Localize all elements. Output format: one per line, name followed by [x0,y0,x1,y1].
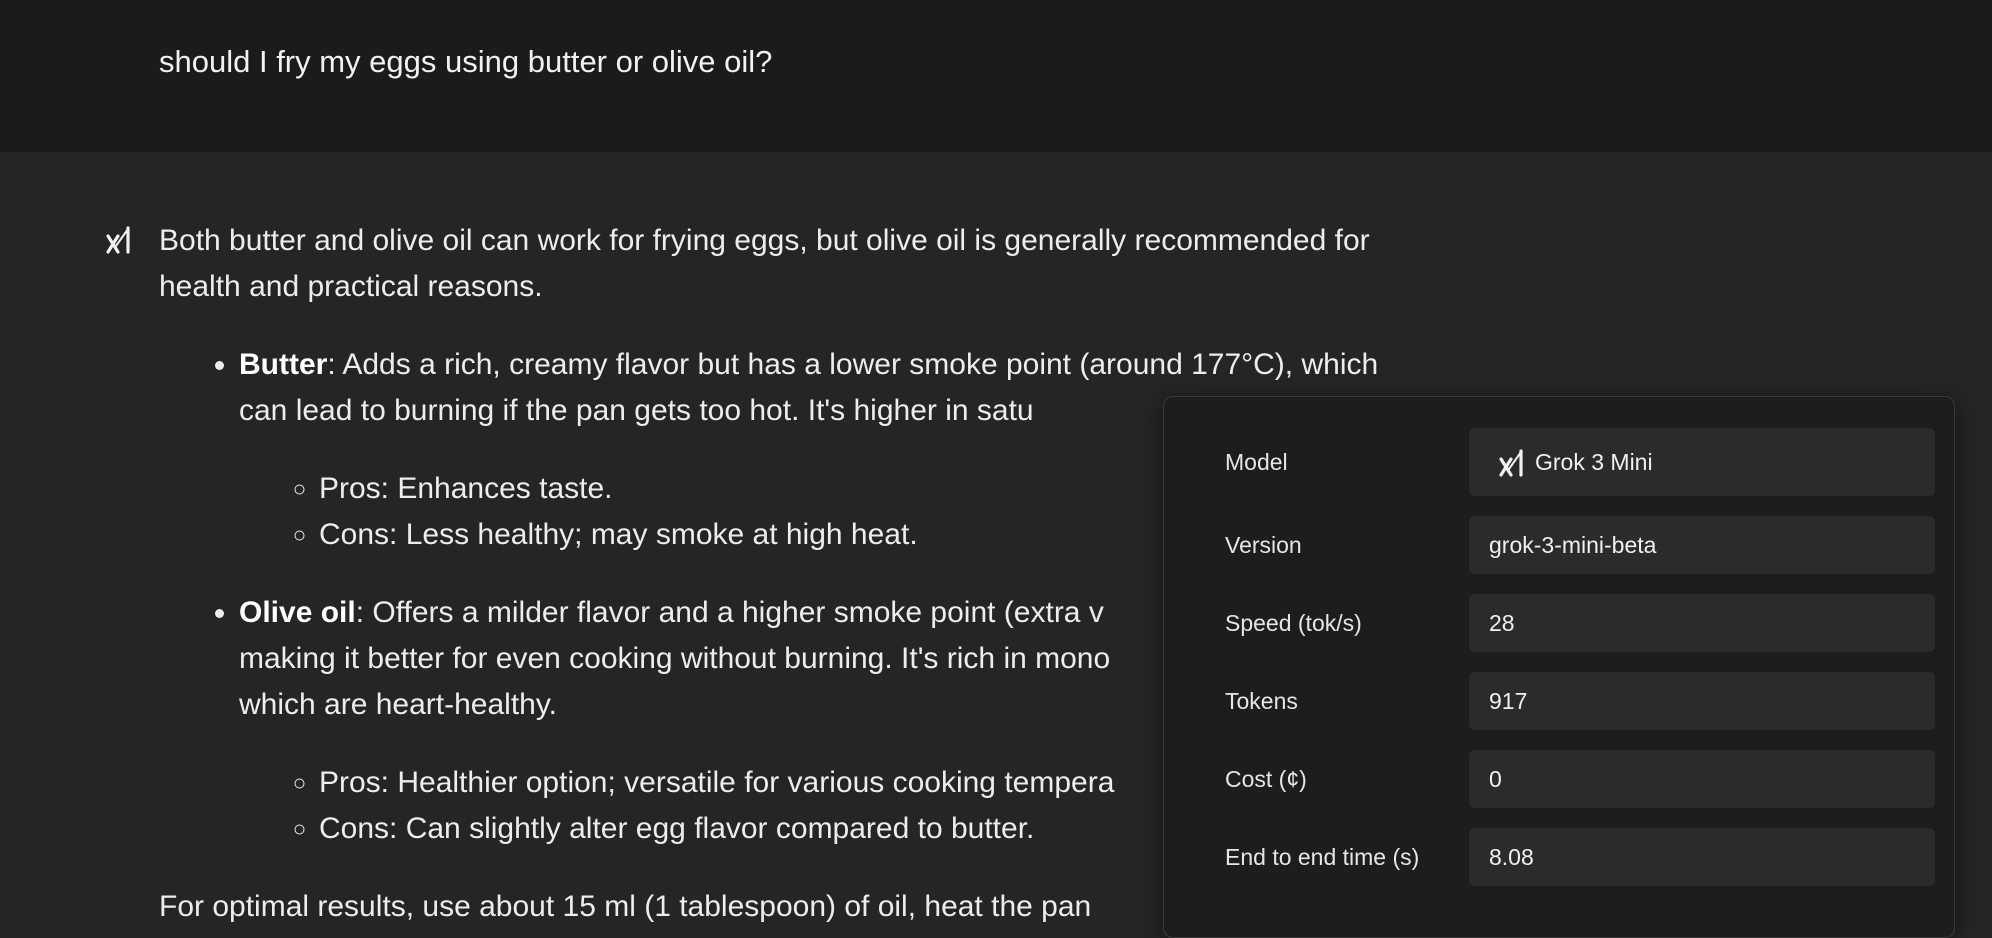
info-label: Tokens [1225,688,1298,714]
info-value: 0 [1469,750,1935,808]
info-row-version: Version grok-3-mini-beta [1164,516,1954,574]
info-value: 917 [1469,672,1935,730]
option-text: making it better for even cooking withou… [239,642,1111,675]
info-value: 28 [1469,594,1935,652]
info-row-cost: Cost (¢) 0 [1164,750,1954,808]
info-row-end-to-end-time: End to end time (s) 8.08 [1164,828,1954,886]
option-title: Butter [239,348,328,381]
user-message-block: should I fry my eggs using butter or oli… [0,0,1992,152]
user-message-text: should I fry my eggs using butter or oli… [159,44,773,79]
info-row-model: Model Grok 3 Mini [1164,428,1954,496]
grok-logo-icon [1499,449,1523,477]
info-label: Speed (tok/s) [1225,610,1362,636]
info-label: Model [1225,449,1288,475]
answer-intro: Both butter and olive oil can work for f… [159,224,1370,303]
info-row-tokens: Tokens 917 [1164,672,1954,730]
info-value: Grok 3 Mini [1469,428,1935,496]
info-label: End to end time (s) [1225,844,1420,870]
info-label: Cost (¢) [1225,766,1307,792]
option-title: Olive oil [239,596,356,629]
option-text: which are heart-healthy. [239,688,557,721]
model-name: Grok 3 Mini [1535,449,1653,475]
generation-info-panel: Model Grok 3 Mini Version grok-3-mini-be… [1163,396,1955,938]
grok-logo-icon [106,226,130,254]
info-row-speed: Speed (tok/s) 28 [1164,594,1954,652]
info-value: grok-3-mini-beta [1469,516,1935,574]
info-value: 8.08 [1469,828,1935,886]
option-text: : Offers a milder flavor and a higher sm… [355,596,1104,629]
info-label: Version [1225,532,1302,558]
